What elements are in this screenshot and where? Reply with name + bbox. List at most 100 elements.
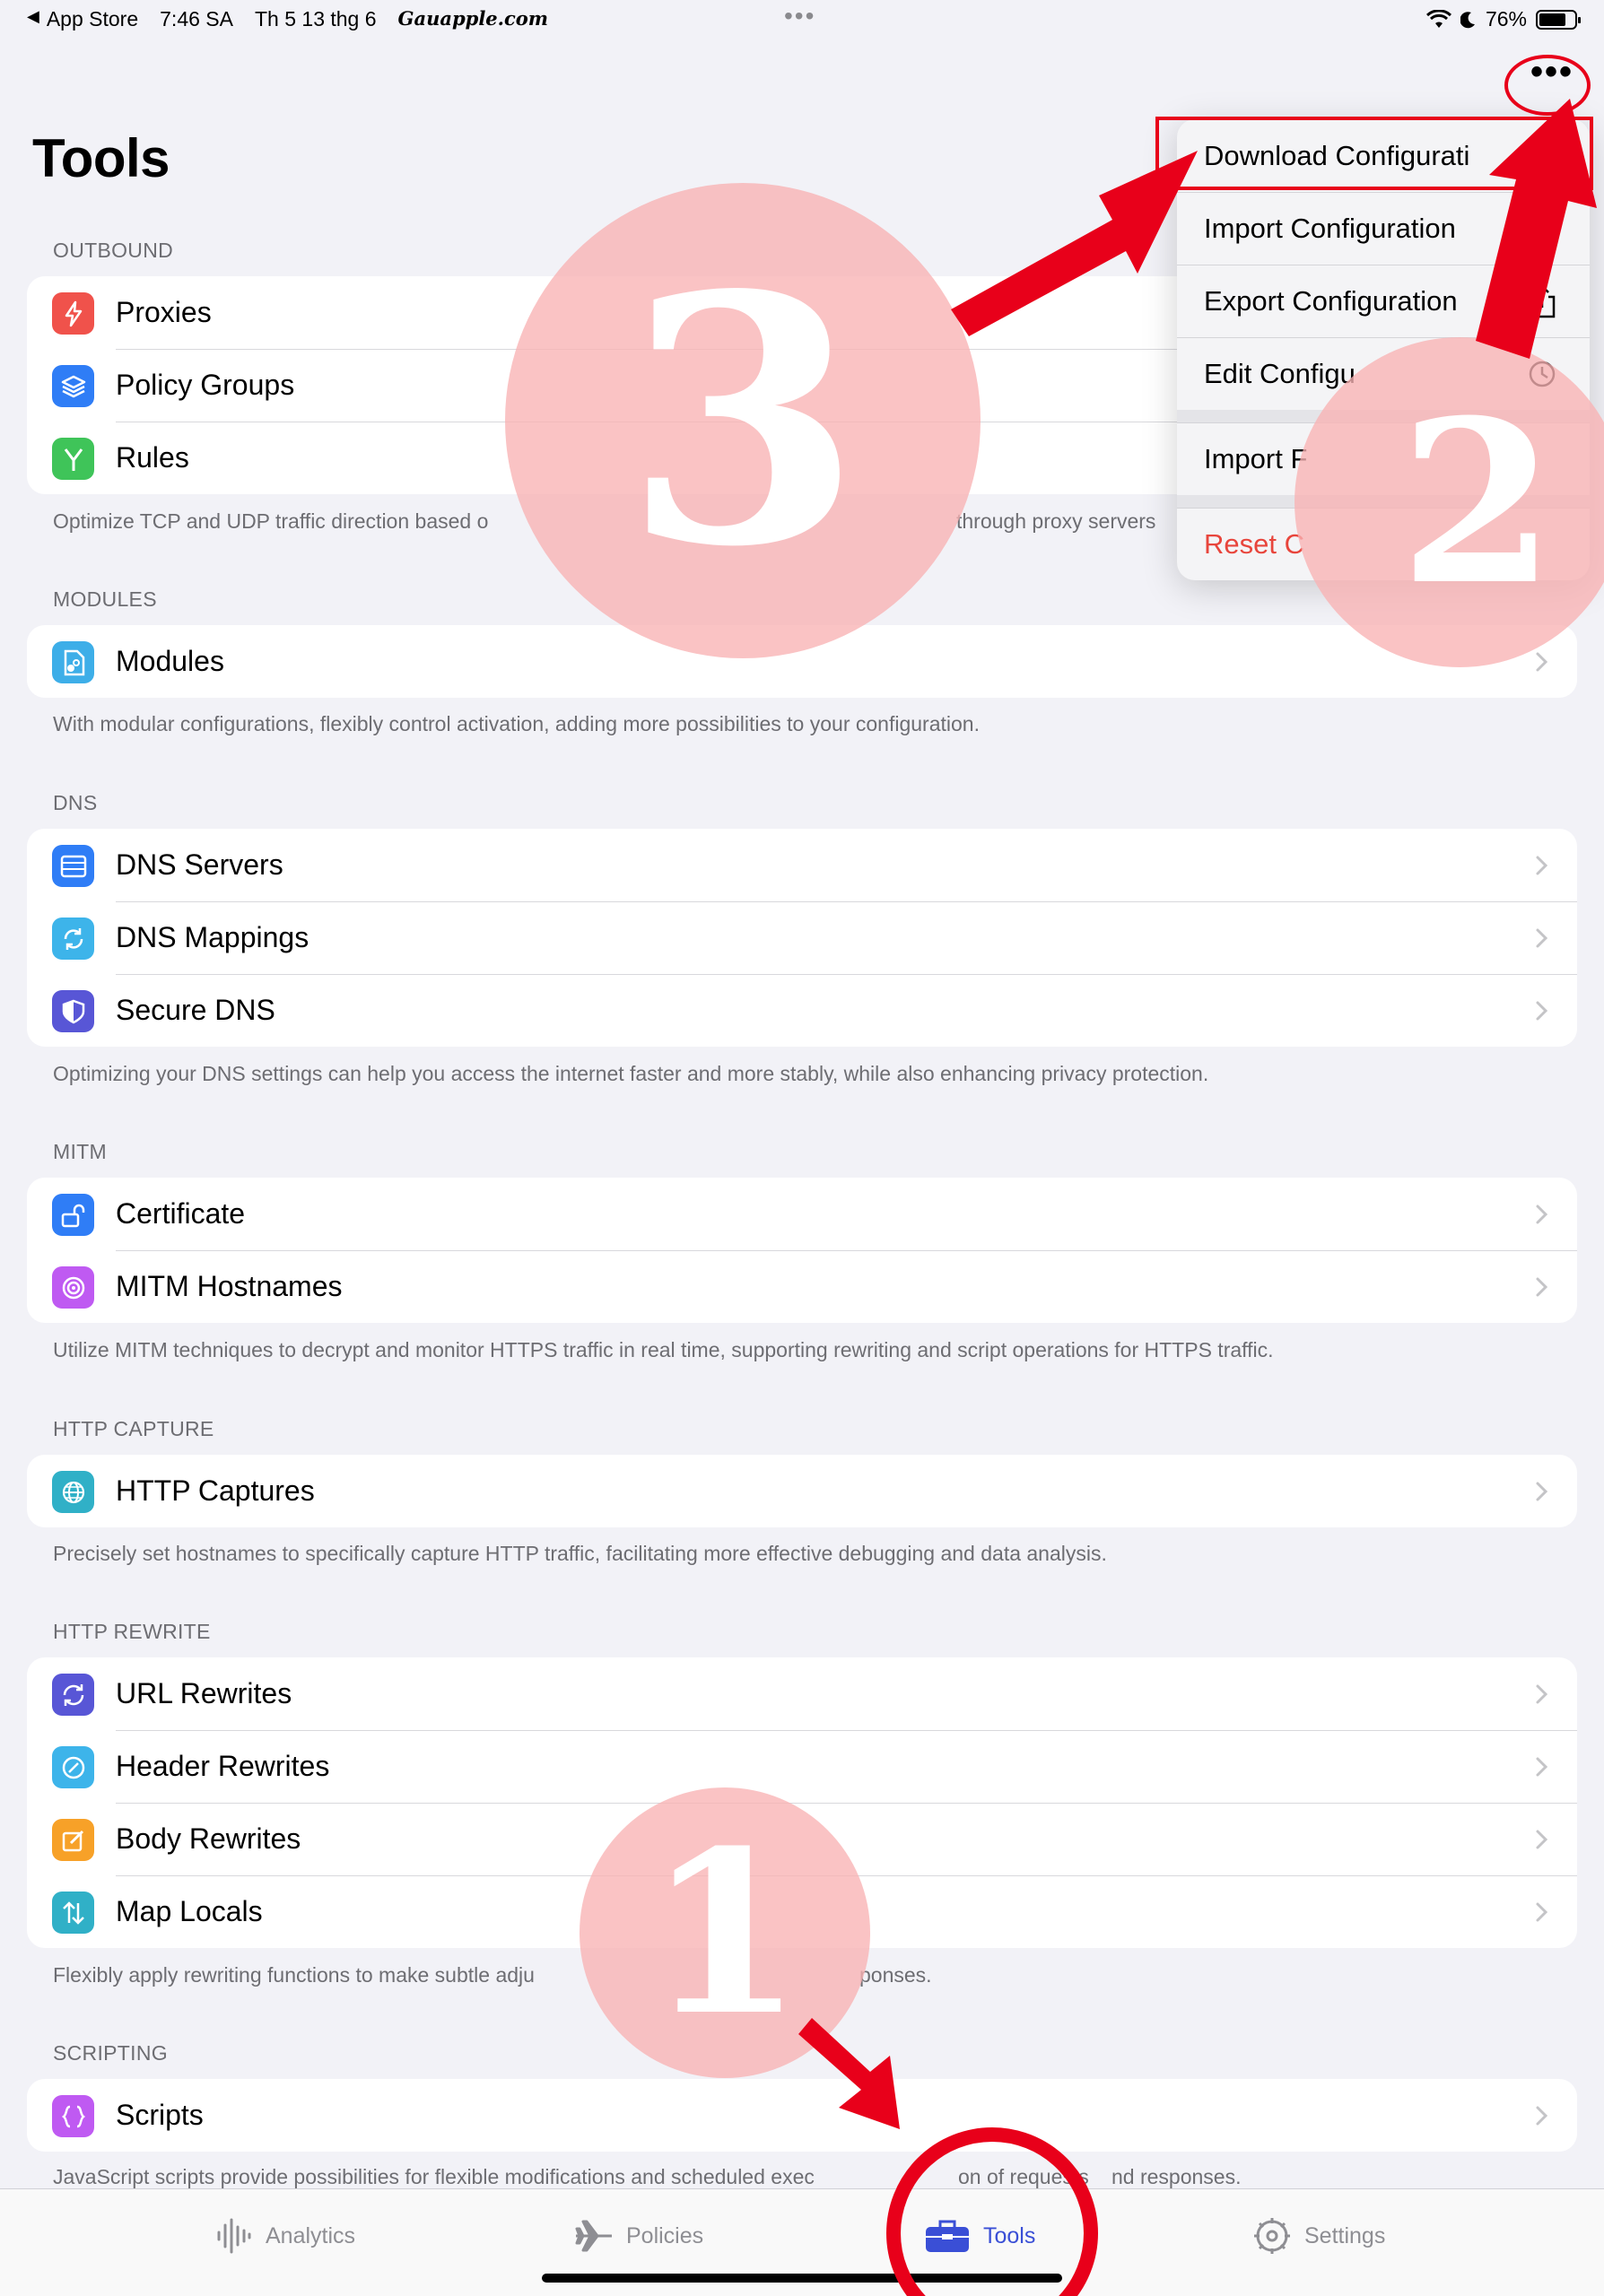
chevron-right-icon <box>1536 1482 1548 1501</box>
footer-text-mid: on of requests <box>958 2165 1089 2188</box>
more-options-button[interactable]: ••• <box>1516 54 1588 99</box>
settings-group: DNS Servers DNS Mappings Secure DNS <box>27 829 1577 1047</box>
menu-item-label: Edit Configu <box>1204 357 1356 389</box>
menu-item-download-configuration[interactable]: Download Configurati <box>1177 119 1590 192</box>
globe-icon <box>52 1471 94 1513</box>
chevron-right-icon <box>1536 1830 1548 1849</box>
slash-circle-icon <box>52 1746 94 1788</box>
row-label: Scripts <box>116 2099 204 2131</box>
menu-item-export-configuration[interactable]: Export Configuration <box>1177 265 1590 337</box>
section-header: SCRIPTING <box>53 2041 168 2065</box>
section-footer: Precisely set hostnames to specifically … <box>53 1542 1578 1566</box>
arrows-updown-icon <box>52 1892 94 1934</box>
section-header: DNS <box>53 791 98 814</box>
step-1-badge: 1 <box>580 1787 870 2078</box>
tab-label: Tools <box>983 2222 1036 2248</box>
multitask-dots-icon[interactable]: ••• <box>784 2 815 30</box>
footer-text: Flexibly apply rewriting functions to ma… <box>53 1963 535 1987</box>
layers-icon <box>52 365 94 407</box>
section-header: OUTBOUND <box>53 239 174 262</box>
row-label: Modules <box>116 645 224 677</box>
footer-text: With modular configurations, flexibly co… <box>53 712 980 735</box>
step-2-number: 2 <box>1399 370 1556 634</box>
target-icon <box>52 1266 94 1309</box>
section-header: HTTP REWRITE <box>53 1620 211 1643</box>
footer-text-tail: nd responses. <box>1111 2165 1242 2188</box>
row-dns-servers[interactable]: DNS Servers <box>27 829 1577 901</box>
menu-item-label: Import F <box>1204 442 1308 474</box>
row-label: Body Rewrites <box>116 1822 301 1855</box>
settings-group: Scripts <box>27 2079 1577 2152</box>
battery-percent: 76% <box>1485 7 1527 30</box>
tab-label: Settings <box>1304 2222 1386 2248</box>
row-label: DNS Mappings <box>116 921 309 953</box>
chevron-right-icon <box>1536 1001 1548 1021</box>
row-scripts[interactable]: Scripts <box>27 2079 1577 2152</box>
row-label: HTTP Captures <box>116 1474 315 1507</box>
status-time: 7:46 SA <box>160 7 233 30</box>
row-label: DNS Servers <box>116 848 283 881</box>
gear-icon <box>1254 2218 1290 2254</box>
row-label: MITM Hostnames <box>116 1270 343 1302</box>
row-label: Proxies <box>116 296 212 328</box>
menu-item-label: Export Configuration <box>1204 284 1458 317</box>
menu-item-label: Import Configuration <box>1204 212 1456 244</box>
menu-item-label: Reset C <box>1204 527 1304 560</box>
chevron-right-icon <box>1536 1757 1548 1777</box>
tab-label: Policies <box>626 2222 704 2248</box>
footer-text: Precisely set hostnames to specifically … <box>53 1542 1107 1565</box>
section-footer: Utilize MITM techniques to decrypt and m… <box>53 1338 1578 1362</box>
row-dns-mappings[interactable]: DNS Mappings <box>27 901 1577 974</box>
row-label: Certificate <box>116 1197 246 1230</box>
row-certificate[interactable]: Certificate <box>27 1178 1577 1250</box>
unlock-icon <box>52 1194 94 1236</box>
row-url-rewrites[interactable]: URL Rewrites <box>27 1657 1577 1730</box>
row-label: Secure DNS <box>116 994 275 1026</box>
tab-label: Analytics <box>266 2222 356 2248</box>
back-arrow-icon[interactable]: ◀ <box>27 7 39 31</box>
tab-settings[interactable]: Settings <box>1252 2216 1385 2256</box>
shield-icon <box>52 990 94 1032</box>
footer-text: Utilize MITM techniques to decrypt and m… <box>53 1338 1274 1361</box>
footer-text: Optimize TCP and UDP traffic direction b… <box>53 509 489 533</box>
refresh-icon <box>52 918 94 960</box>
chevron-right-icon <box>1536 1684 1548 1704</box>
module-icon <box>52 641 94 683</box>
waveform-icon <box>217 2218 251 2254</box>
chevron-right-icon <box>1536 928 1548 948</box>
step-3-badge: 3 <box>505 183 981 658</box>
row-secure-dns[interactable]: Secure DNS <box>27 974 1577 1047</box>
section-header: HTTP CAPTURE <box>53 1417 214 1440</box>
toolbox-icon <box>926 2220 969 2252</box>
chevron-right-icon <box>1536 1205 1548 1224</box>
chevron-right-icon <box>1536 1277 1548 1297</box>
row-label: Map Locals <box>116 1895 263 1927</box>
airplane-icon <box>575 2220 612 2252</box>
row-http-captures[interactable]: HTTP Captures <box>27 1455 1577 1527</box>
row-header-rewrites[interactable]: Header Rewrites <box>27 1730 1577 1803</box>
tab-tools[interactable]: Tools <box>924 2216 1035 2256</box>
footer-text: Optimizing your DNS settings can help yo… <box>53 1062 1209 1085</box>
cycle-icon <box>52 1674 94 1716</box>
tab-policies[interactable]: Policies <box>574 2216 703 2256</box>
section-footer: With modular configurations, flexibly co… <box>53 712 1578 736</box>
section-footer: Optimizing your DNS settings can help yo… <box>53 1062 1578 1086</box>
chevron-right-icon <box>1536 2106 1548 2126</box>
step-3-number: 3 <box>623 220 862 622</box>
row-mitm-hostnames[interactable]: MITM Hostnames <box>27 1250 1577 1323</box>
watermark-brand: Gauapple.com <box>397 7 548 30</box>
tab-analytics[interactable]: Analytics <box>214 2216 355 2256</box>
server-icon <box>52 845 94 887</box>
wifi-icon <box>1425 9 1451 28</box>
back-app-label[interactable]: App Store <box>47 7 138 31</box>
share-icon <box>1529 284 1556 318</box>
battery-icon <box>1536 9 1581 30</box>
row-label: URL Rewrites <box>116 1677 292 1709</box>
status-date: Th 5 13 thg 6 <box>254 7 377 30</box>
footer-text-tail: ponses. <box>859 1963 932 1987</box>
step-2-badge: 2 <box>1295 337 1604 667</box>
menu-item-import-configuration[interactable]: Import Configuration <box>1177 192 1590 265</box>
row-label: Rules <box>116 441 189 474</box>
section-header: MODULES <box>53 587 157 611</box>
chevron-right-icon <box>1536 856 1548 875</box>
